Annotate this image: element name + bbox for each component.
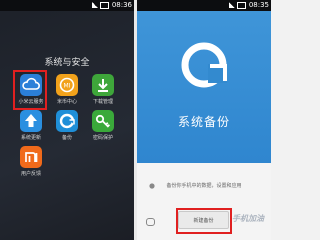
- app-label: 系统更新: [20, 135, 41, 141]
- download-icon: [92, 74, 114, 96]
- header-banner: [137, 11, 271, 163]
- left-phone-screen: 08:36 系统与安全 小米云服务 MI 米币中心 下载管理 系统更新 备份 密…: [0, 0, 134, 240]
- battery-icon: [237, 2, 246, 9]
- right-phone-screen: 08:35 系统备份 备份你手机中的数据，设置和应用 新建备份 手机加油: [137, 0, 271, 240]
- status-icons: [229, 2, 246, 9]
- status-time: 08:36: [111, 1, 132, 9]
- mi-logo-icon: [20, 146, 42, 168]
- app-backup[interactable]: 备份: [53, 110, 81, 141]
- status-time: 08:35: [248, 1, 269, 9]
- status-icons: [92, 2, 109, 9]
- backup-logo-icon: [181, 42, 227, 88]
- highlight-box: [176, 208, 232, 234]
- watermark: 手机加油: [232, 214, 264, 223]
- battery-icon: [100, 2, 109, 9]
- update-arrow-icon: [20, 110, 42, 132]
- backup-icon: [56, 110, 78, 132]
- signal-icon: [92, 2, 98, 8]
- app-label: 米币中心: [56, 99, 77, 105]
- app-download-manager[interactable]: 下载管理: [89, 74, 117, 105]
- app-label: 下载管理: [92, 99, 113, 105]
- app-password-protect[interactable]: 密码保护: [89, 110, 117, 141]
- highlight-box: [13, 70, 47, 110]
- lock-icon[interactable]: [146, 218, 155, 226]
- svg-text:MI: MI: [64, 83, 71, 90]
- signal-icon: [229, 2, 235, 8]
- key-icon: [92, 110, 114, 132]
- status-bar: 08:35: [137, 0, 271, 11]
- app-label: 用户反馈: [20, 171, 41, 177]
- app-label: 备份: [61, 135, 72, 141]
- backup-description: 备份你手机中的数据，设置和应用: [166, 183, 242, 189]
- app-user-feedback[interactable]: 用户反馈: [17, 146, 45, 177]
- app-system-update[interactable]: 系统更新: [17, 110, 45, 141]
- mi-coin-icon: MI: [56, 74, 78, 96]
- status-bar: 08:36: [0, 0, 134, 11]
- page-title: 系统备份: [177, 115, 230, 129]
- app-mi-coin-center[interactable]: MI 米币中心: [53, 74, 81, 105]
- folder-title: 系统与安全: [44, 58, 90, 68]
- app-label: 密码保护: [92, 135, 113, 141]
